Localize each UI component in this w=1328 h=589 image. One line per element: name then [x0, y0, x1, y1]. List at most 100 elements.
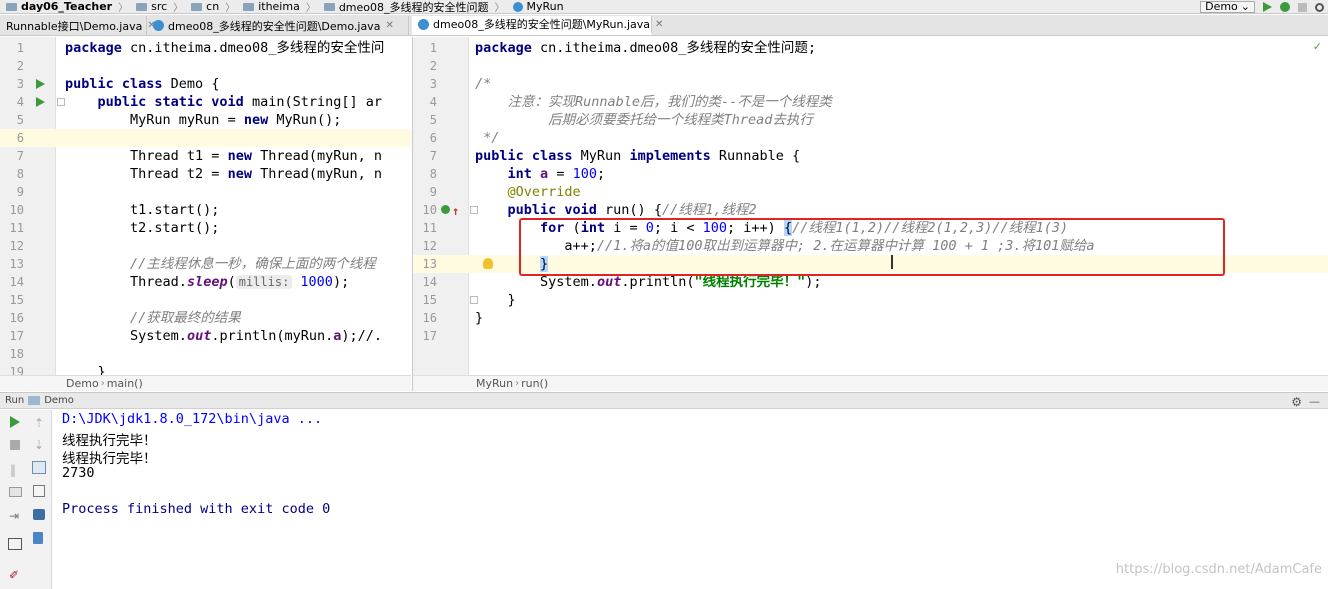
- code-line: 7 public class MyRun implements Runnable …: [429, 148, 801, 164]
- trash-icon[interactable]: [33, 532, 43, 544]
- run-tab-demo[interactable]: Demo: [44, 395, 74, 406]
- close-icon[interactable]: ✕: [655, 19, 663, 30]
- crumb-cn[interactable]: cn: [185, 0, 223, 13]
- crumb-class[interactable]: MyRun: [476, 377, 513, 390]
- run-window-title[interactable]: Run: [5, 395, 24, 406]
- code-line: 7 Thread t1 = new Thread(myRun, n: [16, 148, 383, 164]
- arrow-up-icon[interactable]: ⇡: [34, 416, 46, 430]
- chevron-down-icon: ⌄: [1240, 0, 1250, 13]
- run-toolbar: ⇡ ⇣ ‖ ⇥ ✐: [0, 410, 52, 589]
- tab-dmeo08-demo[interactable]: dmeo08_多线程的安全性问题\Demo.java ✕: [147, 16, 409, 35]
- editor-breadcrumb-demo: Demo › main(): [0, 375, 411, 391]
- highlight-box: [519, 218, 1225, 276]
- console-line: 线程执行完毕！: [62, 451, 157, 467]
- crumb-class[interactable]: MyRun: [507, 0, 568, 13]
- close-icon[interactable]: ✕: [385, 20, 393, 31]
- code-line: 4 注意：实现Runnable后，我们的类--不是一个线程类: [429, 94, 832, 110]
- print-icon[interactable]: [33, 509, 45, 520]
- code-line: 15 }: [422, 292, 516, 308]
- crumb-method[interactable]: run(): [521, 377, 548, 390]
- code-line: 17 System.out.println(myRun.a);//.: [9, 328, 383, 344]
- editor-myrun[interactable]: ✓ 1 package cn.itheima.dmeo08_多线程的安全性问题; …: [412, 37, 1328, 375]
- chevron-right-icon: 〉: [173, 3, 184, 14]
- crumb-method[interactable]: main(): [107, 377, 143, 390]
- run-icon[interactable]: [36, 97, 45, 107]
- chevron-right-icon: 〉: [305, 3, 316, 14]
- console-line: 线程执行完毕！: [62, 433, 157, 449]
- fold-icon[interactable]: [57, 98, 65, 106]
- console-line: D:\JDK\jdk1.8.0_172\bin\java ...: [62, 411, 323, 427]
- crumb-class[interactable]: Demo: [66, 377, 99, 390]
- layout-icon[interactable]: [8, 538, 22, 550]
- arrow-down-icon[interactable]: ⇣: [34, 438, 46, 452]
- code-line: 5 后期必须要委托给一个线程类Thread去执行: [429, 112, 813, 128]
- crumb-project[interactable]: day06_Teacher: [0, 0, 116, 13]
- arrow-up-icon[interactable]: ↑: [452, 202, 459, 220]
- code-line: 13 //主线程休息一秒，确保上面的两个线程: [9, 256, 376, 272]
- code-line: 17: [422, 329, 437, 343]
- implements-icon[interactable]: [441, 205, 450, 214]
- chevron-right-icon: 〉: [225, 3, 236, 14]
- crumb-src[interactable]: src: [130, 0, 171, 13]
- run-icon[interactable]: [36, 79, 45, 89]
- code-line: 9: [16, 185, 24, 199]
- parameter-hint: millis:: [235, 275, 293, 289]
- chevron-right-icon: ›: [515, 378, 520, 389]
- code-line: 14 Thread.sleep(millis: 1000);: [9, 274, 350, 290]
- tab-runnable-demo[interactable]: Runnable接口\Demo.java ✕: [0, 16, 156, 35]
- code-line: 15: [9, 293, 24, 307]
- folder-icon: [136, 2, 148, 11]
- class-icon: [512, 1, 523, 12]
- code-line: 1 package cn.itheima.dmeo08_多线程的安全性问: [16, 40, 385, 56]
- camera-icon[interactable]: [9, 487, 22, 497]
- rerun-icon[interactable]: [10, 416, 20, 428]
- text-cursor: [891, 255, 893, 269]
- code-line: 6 */: [429, 130, 500, 146]
- crumb-package[interactable]: dmeo08_多线程的安全性问题: [318, 0, 493, 15]
- code-line: 10 ↑ public void run() {//线程1,线程2: [422, 202, 757, 220]
- code-line: 3 public class Demo {: [16, 76, 220, 92]
- code-line: 1 package cn.itheima.dmeo08_多线程的安全性问题;: [429, 40, 816, 56]
- search-icon[interactable]: [1315, 2, 1324, 12]
- editor-breadcrumb-myrun: MyRun › run(): [412, 375, 1328, 391]
- code-line: 12: [9, 239, 24, 253]
- class-icon: [418, 18, 429, 30]
- console-output[interactable]: D:\JDK\jdk1.8.0_172\bin\java ... 线程执行完毕！…: [53, 410, 1328, 589]
- folder-icon: [191, 2, 203, 11]
- chevron-right-icon: 〉: [118, 3, 129, 14]
- console-line: Process finished with exit code 0: [62, 501, 331, 517]
- code-line: 9 @Override: [429, 184, 581, 200]
- code-line: 16}: [422, 310, 484, 326]
- soft-wrap-icon[interactable]: [32, 461, 46, 474]
- scroll-to-end-icon[interactable]: [33, 485, 45, 497]
- folder-icon: [243, 2, 255, 11]
- debug-icon[interactable]: [1280, 2, 1290, 12]
- code-line: 5 MyRun myRun = new MyRun();: [16, 112, 342, 128]
- code-line: 8 int a = 100;: [429, 166, 606, 182]
- pin-icon[interactable]: ✐: [9, 568, 21, 582]
- code-line: 10 t1.start();: [9, 202, 220, 218]
- code-line: 8 Thread t2 = new Thread(myRun, n: [16, 166, 383, 182]
- pause-icon[interactable]: ‖: [10, 463, 22, 477]
- crumb-itheima[interactable]: itheima: [237, 0, 304, 13]
- login-icon[interactable]: ⇥: [9, 509, 21, 523]
- code-line: 2: [429, 59, 437, 73]
- stop-icon[interactable]: [1298, 2, 1307, 12]
- stop-icon[interactable]: [10, 440, 20, 450]
- code-line: 11 t2.start();: [9, 220, 220, 236]
- toolbar-right: Demo ⌄: [1200, 0, 1324, 14]
- folder-icon: [323, 2, 335, 11]
- run-config-select[interactable]: Demo ⌄: [1200, 1, 1255, 13]
- code-line-current: 6: [0, 129, 411, 147]
- gear-icon[interactable]: ⚙: [1291, 395, 1302, 409]
- minimize-icon[interactable]: —: [1309, 395, 1320, 408]
- editor-tab-bar: Runnable接口\Demo.java ✕ dmeo08_多线程的安全性问题\D…: [0, 15, 1328, 36]
- watermark: https://blog.csdn.net/AdamCafe: [1115, 562, 1322, 577]
- tab-dmeo08-myrun[interactable]: dmeo08_多线程的安全性问题\MyRun.java ✕: [412, 16, 663, 35]
- run-window-header: Run Demo ⚙ —: [0, 392, 1328, 409]
- editor-demo[interactable]: 1 package cn.itheima.dmeo08_多线程的安全性问 2 3p…: [0, 37, 411, 375]
- chevron-right-icon: 〉: [494, 3, 505, 14]
- run-icon[interactable]: [1263, 2, 1272, 12]
- keyword: package: [65, 40, 122, 56]
- chevron-right-icon: ›: [100, 378, 105, 389]
